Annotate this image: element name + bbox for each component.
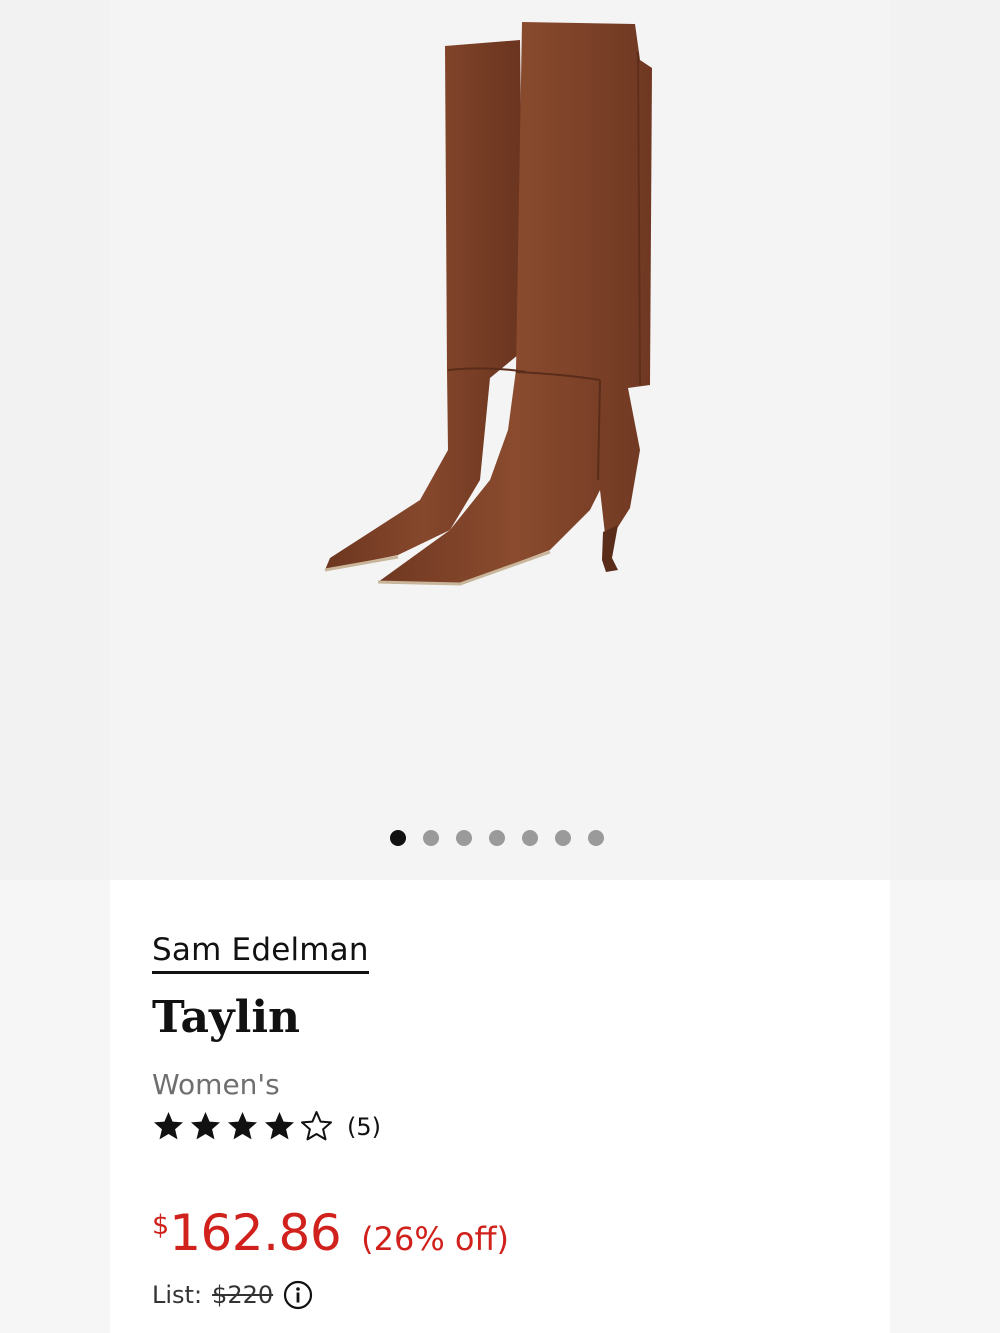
price-row: $ 162.86 (26% off) bbox=[152, 1204, 509, 1262]
gallery-dot[interactable] bbox=[456, 830, 472, 846]
discount-label: (26% off) bbox=[361, 1220, 510, 1258]
list-price-row: List: $220 bbox=[152, 1280, 313, 1310]
review-count[interactable]: (5) bbox=[347, 1113, 381, 1141]
currency-symbol: $ bbox=[152, 1210, 170, 1241]
rating-stars[interactable]: (5) bbox=[152, 1110, 381, 1143]
product-name: Taylin bbox=[152, 992, 301, 1043]
star-filled-icon bbox=[228, 1112, 257, 1140]
gallery-dot[interactable] bbox=[588, 830, 604, 846]
gallery-dot[interactable] bbox=[390, 830, 406, 846]
gallery-dot[interactable] bbox=[555, 830, 571, 846]
product-gender: Women's bbox=[152, 1068, 280, 1101]
star-filled-icon bbox=[191, 1112, 220, 1140]
product-image-boots bbox=[324, 22, 652, 586]
product-info: Sam Edelman Taylin Women's (5) $ 162.86 … bbox=[110, 880, 890, 1333]
star-empty-icon bbox=[301, 1111, 332, 1141]
brand-link[interactable]: Sam Edelman bbox=[152, 932, 369, 974]
info-icon[interactable] bbox=[283, 1280, 313, 1310]
star-filled-icon bbox=[154, 1112, 183, 1140]
stars-group bbox=[152, 1110, 333, 1143]
gallery-pagination bbox=[390, 828, 604, 848]
product-image-gallery[interactable] bbox=[0, 0, 1000, 880]
gallery-dot[interactable] bbox=[489, 830, 505, 846]
star-filled-icon bbox=[265, 1112, 294, 1140]
list-label: List: bbox=[152, 1281, 203, 1309]
gallery-dot[interactable] bbox=[522, 830, 538, 846]
sale-price: 162.86 bbox=[169, 1204, 342, 1262]
gallery-dot[interactable] bbox=[423, 830, 439, 846]
list-price: $220 bbox=[212, 1281, 274, 1309]
